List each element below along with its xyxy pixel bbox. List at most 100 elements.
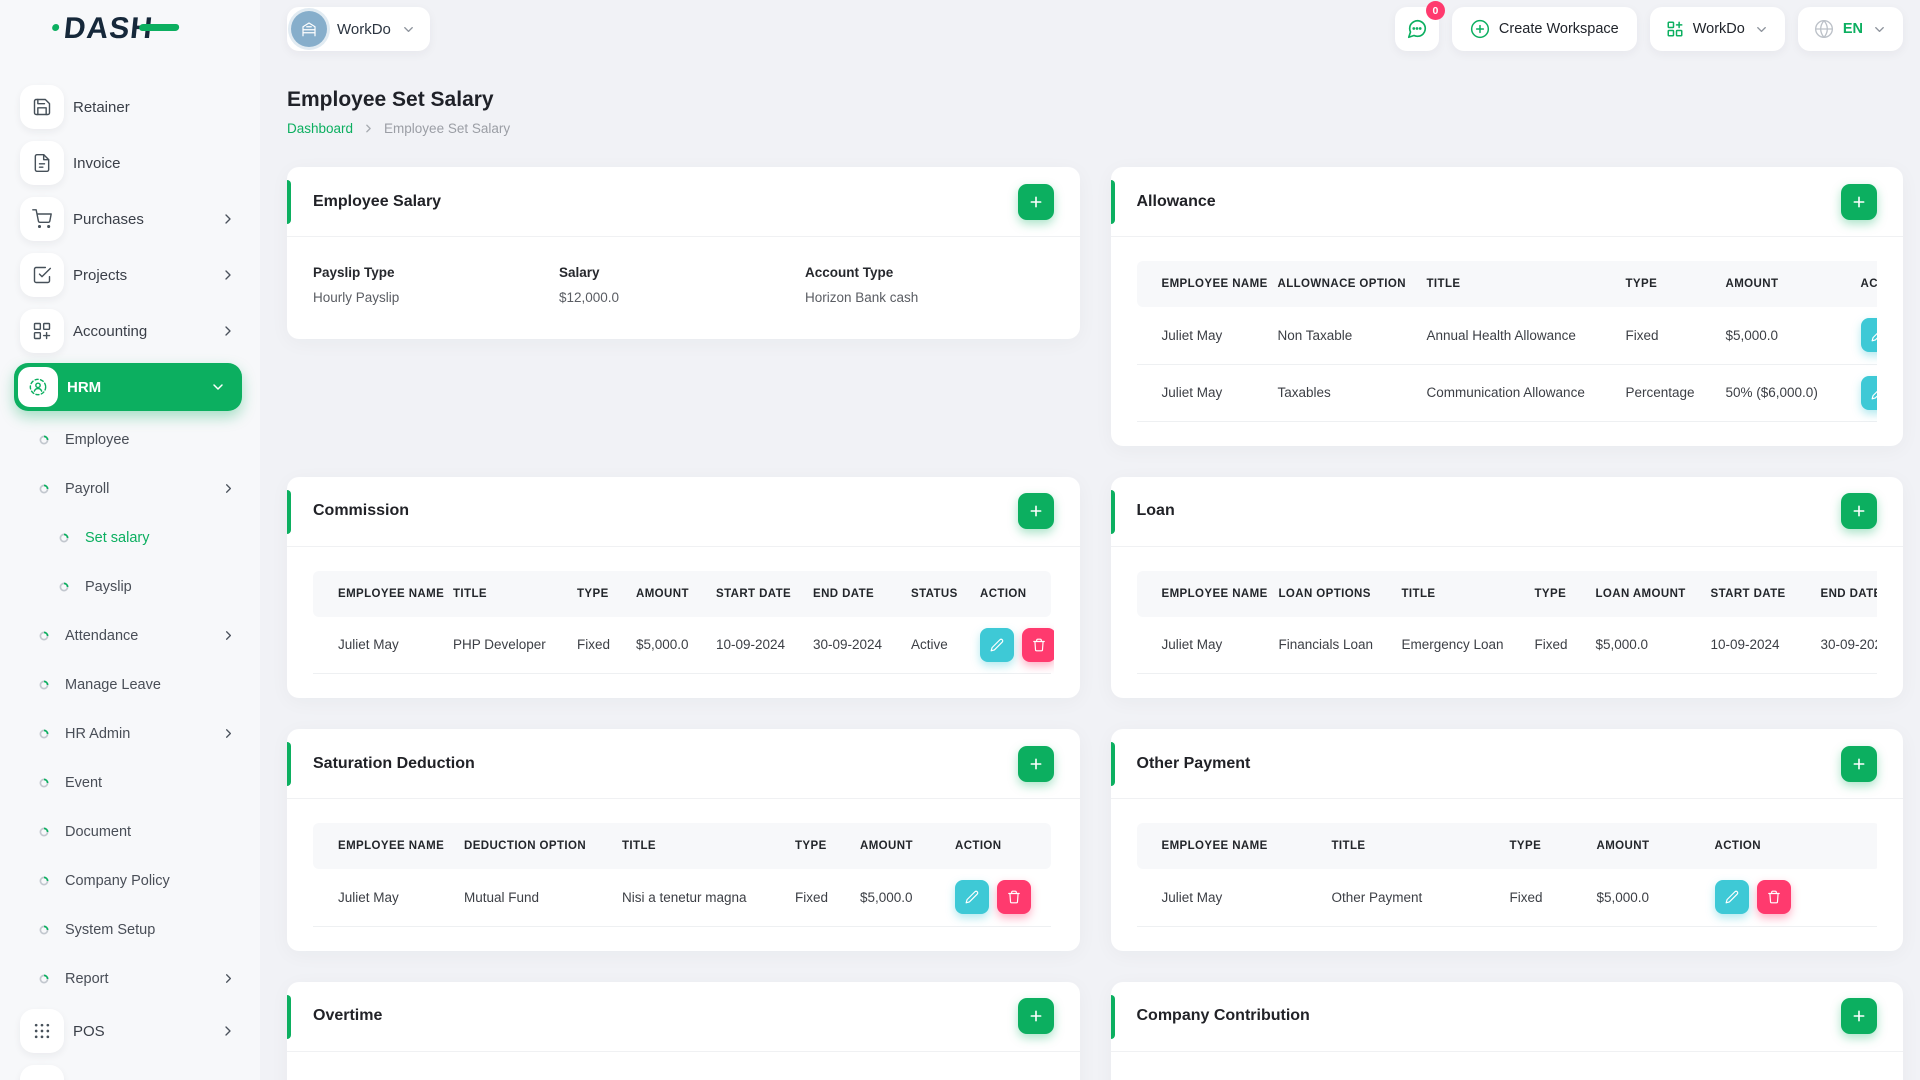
sidebar-item-document[interactable]: Document xyxy=(0,807,260,856)
table-row: Juliet May Financials Loan Emergency Loa… xyxy=(1136,616,1877,674)
add-employee-salary-button[interactable] xyxy=(1017,183,1054,220)
sidebar-item-crm[interactable]: CRM xyxy=(0,1059,260,1080)
sidebar-item-company-policy[interactable]: Company Policy xyxy=(0,856,260,905)
ring-bullet-icon xyxy=(38,924,50,936)
cell-loan-options: Financials Loan xyxy=(1264,616,1388,674)
language-selector[interactable]: EN xyxy=(1797,7,1903,51)
cell-amount: $5,000.0 xyxy=(1711,307,1847,365)
plus-icon xyxy=(1030,758,1041,769)
workspace-menu-button[interactable]: WorkDo xyxy=(1649,7,1785,51)
add-saturation-deduction-button[interactable] xyxy=(1017,745,1054,782)
delete-button[interactable] xyxy=(1756,880,1791,915)
sidebar-item-report[interactable]: Report xyxy=(0,954,260,1003)
messages-button[interactable]: 0 xyxy=(1394,1,1445,51)
retainer-icon xyxy=(20,85,64,129)
sidebar-item-label: System Setup xyxy=(65,921,156,938)
cell-allowance-option: Non Taxable xyxy=(1263,307,1413,365)
workspace-selector[interactable]: WorkDo xyxy=(287,7,430,51)
card-header: Employee Salary xyxy=(287,167,1080,237)
cell-end-date: 30-09-2024 xyxy=(1806,616,1877,674)
plus-icon xyxy=(1030,196,1041,207)
sidebar-item-invoice[interactable]: Invoice xyxy=(0,135,260,191)
ring-bullet-icon xyxy=(38,826,50,838)
pencil-icon xyxy=(1871,389,1877,399)
card-title: Overtime xyxy=(313,1007,383,1024)
plus-icon xyxy=(1030,505,1041,517)
sidebar-item-label: Employee xyxy=(65,431,130,448)
sidebar-item-purchases[interactable]: Purchases xyxy=(0,191,260,247)
field-label: Payslip Type xyxy=(313,265,395,280)
add-commission-button[interactable] xyxy=(1017,493,1054,529)
loan-table: EMPLOYEE NAME LOAN OPTIONS TITLE TYPE LO… xyxy=(1136,570,1877,674)
app-logo[interactable]: DASH xyxy=(51,12,180,46)
card-header: Commission xyxy=(287,477,1080,547)
cell-employee-name: Juliet May xyxy=(1136,616,1265,674)
sidebar-item-attendance[interactable]: Attendance xyxy=(0,611,260,660)
edit-button[interactable] xyxy=(1860,375,1877,410)
sidebar-item-employee[interactable]: Employee xyxy=(0,415,260,464)
cell-employee-name: Juliet May xyxy=(313,616,439,674)
delete-button[interactable] xyxy=(997,880,1031,915)
table-row: Juliet May Other Payment Fixed $5,000.0 xyxy=(1136,869,1877,927)
edit-button[interactable] xyxy=(1714,880,1749,915)
workspace-avatar xyxy=(291,11,327,47)
card-title: Saturation Deduction xyxy=(313,754,475,772)
plus-icon xyxy=(1853,758,1865,769)
sidebar-item-hrm[interactable]: HRM xyxy=(14,363,242,411)
sidebar-item-manage-leave[interactable]: Manage Leave xyxy=(0,660,260,709)
main-content: Employee Set Salary Dashboard Employee S… xyxy=(260,0,1920,1080)
col-header: EMPLOYEE NAME xyxy=(313,570,444,617)
building-icon xyxy=(302,22,316,37)
accounting-icon xyxy=(20,309,64,353)
add-loan-button[interactable] xyxy=(1841,493,1877,529)
ring-bullet-icon xyxy=(38,434,50,446)
col-header: EMPLOYEE NAME xyxy=(1136,570,1267,617)
sidebar-item-event[interactable]: Event xyxy=(0,758,260,807)
plus-icon xyxy=(1853,196,1865,207)
table-header-row: EMPLOYEE NAME LOAN OPTIONS TITLE TYPE LO… xyxy=(1136,570,1877,617)
allowance-table: EMPLOYEE NAME ALLOWNACE OPTION TITLE TYP… xyxy=(1136,261,1877,422)
col-header: END DATE xyxy=(799,570,897,617)
card-title: Allowance xyxy=(1136,192,1216,210)
edit-button[interactable] xyxy=(955,880,989,915)
add-other-payment-button[interactable] xyxy=(1841,745,1877,782)
col-header: STATUS xyxy=(897,570,966,617)
sidebar-item-payslip[interactable]: Payslip xyxy=(0,562,260,611)
card-header: Company Contribution xyxy=(1110,982,1903,1052)
col-header: LOAN AMOUNT xyxy=(1581,570,1697,617)
sidebar-item-payroll[interactable]: Payroll xyxy=(0,464,260,513)
commission-table: EMPLOYEE NAME TITLE TYPE AMOUNT START DA… xyxy=(313,570,1054,674)
add-company-contribution-button[interactable] xyxy=(1841,998,1877,1034)
sidebar-item-hr-admin[interactable]: HR Admin xyxy=(0,709,260,758)
field-label: Salary xyxy=(559,265,600,280)
breadcrumb-dashboard-link[interactable]: Dashboard xyxy=(287,121,353,136)
card-title: Loan xyxy=(1136,502,1175,519)
ring-bullet-icon xyxy=(38,483,50,495)
add-overtime-button[interactable] xyxy=(1017,998,1054,1034)
sidebar-item-label: HR Admin xyxy=(65,725,131,742)
field-account-type: Account Type Horizon Bank cash xyxy=(805,265,1054,305)
sidebar-item-set-salary[interactable]: Set salary xyxy=(0,513,260,562)
cell-type: Fixed xyxy=(1520,616,1582,674)
edit-button[interactable] xyxy=(980,627,1014,662)
delete-button[interactable] xyxy=(1022,627,1054,662)
card-header: Saturation Deduction xyxy=(287,729,1080,799)
sidebar-item-pos[interactable]: POS xyxy=(0,1003,260,1059)
page-title: Employee Set Salary xyxy=(287,88,494,111)
sidebar-item-label: Set salary xyxy=(85,529,150,546)
sidebar-item-accounting[interactable]: Accounting xyxy=(0,303,260,359)
ring-bullet-icon xyxy=(58,532,70,544)
create-workspace-button[interactable]: Create Workspace xyxy=(1451,7,1637,51)
add-allowance-button[interactable] xyxy=(1841,183,1877,220)
col-header: TITLE xyxy=(439,570,563,617)
sidebar-item-projects[interactable]: Projects xyxy=(0,247,260,303)
cell-type: Fixed xyxy=(1495,869,1583,927)
chat-icon xyxy=(1407,19,1426,39)
pencil-icon xyxy=(990,638,1004,652)
sidebar-item-retainer[interactable]: Retainer xyxy=(0,79,260,135)
table-header-row: EMPLOYEE NAME TITLE TYPE AMOUNT ACTION xyxy=(1136,823,1877,869)
sidebar-item-system-setup[interactable]: System Setup xyxy=(0,905,260,954)
edit-button[interactable] xyxy=(1860,318,1877,353)
chevron-right-icon xyxy=(221,628,236,643)
table-header-row: EMPLOYEE NAME DEDUCTION OPTION TITLE TYP… xyxy=(313,823,1051,869)
